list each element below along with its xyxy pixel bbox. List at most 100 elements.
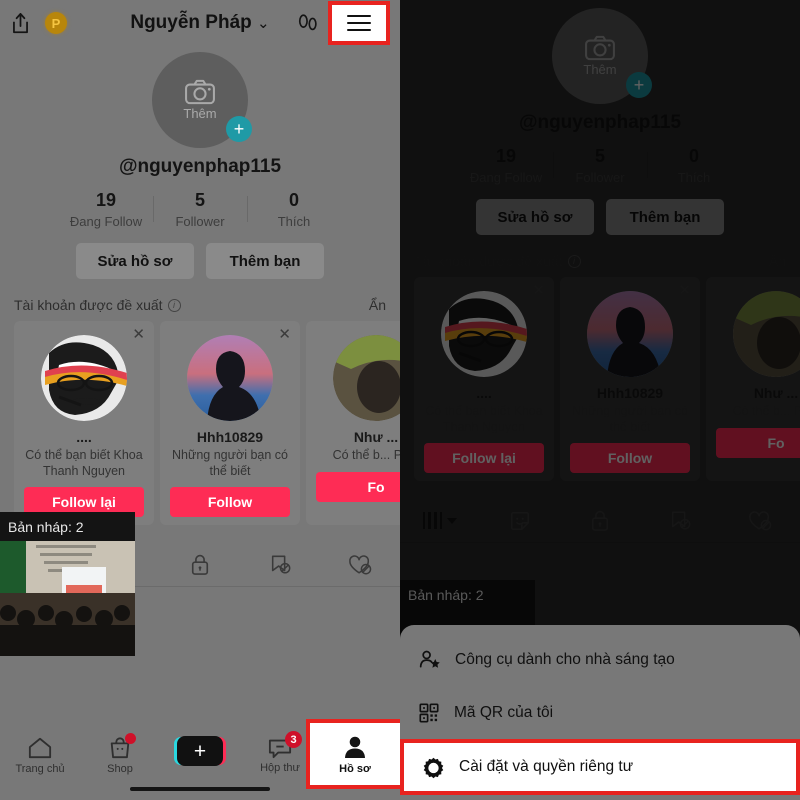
suggested-account-card[interactable]: ✕	[560, 277, 700, 482]
account-name: Như ...	[353, 429, 399, 445]
avatar-add-label: Thêm	[183, 106, 217, 121]
add-friends-button[interactable]: Thêm bạn	[206, 243, 324, 279]
stat-value: 19	[95, 190, 117, 210]
follow-button[interactable]: Fo	[716, 427, 800, 458]
suggested-account-card[interactable]: ✕	[14, 321, 154, 526]
stat-followers[interactable]: 5 Follower	[553, 146, 647, 185]
heart-hidden-icon	[349, 554, 372, 575]
hide-suggestions-button[interactable]: Ẩn	[369, 297, 386, 313]
camera-icon	[585, 35, 615, 61]
stat-label: Follower	[575, 170, 625, 185]
draft-card[interactable]: Bản nháp: 2	[0, 512, 135, 656]
hamburger-menu-icon[interactable]	[728, 0, 790, 5]
suggested-accounts-header: Tài khoản được đề xuất i Ẩn	[0, 297, 400, 313]
nav-label: Hộp thư	[260, 762, 300, 774]
nav-create[interactable]: +	[160, 736, 240, 766]
profile-actions: Sửa hồ sơ Thêm bạn	[400, 199, 800, 235]
lock-icon	[591, 511, 609, 532]
left-panel-profile-screen: P Nguyễn Pháp ⌄ Thêm + @nguyenphap115 19…	[0, 0, 400, 800]
suggested-accounts-title: Tài khoản được đề xuất	[14, 297, 163, 313]
profile-person-icon	[345, 736, 365, 758]
stat-label: Thích	[277, 214, 311, 229]
profile-section: Thêm + @nguyenphap115 19 Đang Follow 5 F…	[400, 2, 800, 235]
create-plus-icon[interactable]: +	[177, 736, 223, 766]
close-icon[interactable]: ✕	[132, 327, 145, 342]
stat-following[interactable]: 19 Đang Follow	[459, 146, 553, 185]
follow-button[interactable]: Fo	[316, 471, 400, 502]
share-icon[interactable]	[10, 12, 31, 35]
pro-badge[interactable]: P	[45, 12, 67, 34]
avatar	[41, 335, 127, 421]
profile-name-text: Nguyễn Pháp	[130, 12, 252, 33]
stat-followers[interactable]: 5 Follower	[153, 190, 247, 229]
follow-button[interactable]: Follow lại	[424, 443, 544, 474]
account-subtitle: Có thể b... Ph...	[332, 448, 400, 462]
suggested-account-card[interactable]: ✕	[160, 321, 300, 526]
hide-suggestions-button[interactable]: Ẩn	[769, 253, 786, 269]
suggested-account-card[interactable]: ✕ Như ... Có thể b... Ph... Fo	[706, 277, 800, 482]
nav-label: Trang chủ	[15, 763, 65, 775]
close-icon[interactable]: ✕	[532, 283, 545, 298]
stat-likes[interactable]: 0 Thích	[247, 190, 341, 229]
tab-liked[interactable]	[320, 554, 400, 576]
account-name: Hhh10829	[196, 429, 264, 445]
info-icon[interactable]: i	[167, 298, 181, 312]
menu-item-creator-tools[interactable]: Công cụ dành cho nhà sáng tạo	[400, 633, 800, 686]
lock-icon	[191, 555, 209, 576]
menu-item-my-qr-code[interactable]: Mã QR của tôi	[400, 686, 800, 739]
avatar	[187, 335, 273, 421]
suggested-account-card[interactable]: ✕ Như ... Có thể b... Ph... Fo	[306, 321, 400, 526]
sidebar-item-posts[interactable]	[400, 512, 480, 530]
add-avatar-plus-icon[interactable]: +	[226, 116, 252, 142]
nav-label: Shop	[107, 763, 133, 775]
menu-item-label: Công cụ dành cho nhà sáng tạo	[455, 650, 675, 668]
home-icon	[28, 737, 52, 759]
suggested-account-card[interactable]: ✕	[414, 277, 554, 482]
close-icon[interactable]: ✕	[678, 283, 691, 298]
account-subtitle: Có thể b... Ph...	[732, 404, 800, 418]
follow-button[interactable]: Follow	[170, 487, 290, 518]
info-icon[interactable]: i	[567, 254, 581, 268]
profile-stats: 19 Đang Follow 5 Follower 0 Thích	[400, 146, 800, 185]
nav-home[interactable]: Trang chủ	[0, 736, 80, 775]
tab-reposts[interactable]	[480, 510, 560, 532]
stat-value: 0	[288, 190, 299, 210]
hamburger-menu-icon[interactable]	[328, 1, 390, 45]
menu-item-label: Mã QR của tôi	[454, 703, 554, 721]
screenshot-stage: P Nguyễn Pháp ⌄ Thêm + @nguyenphap115 19…	[0, 0, 800, 800]
tab-private[interactable]	[160, 553, 240, 576]
tab-saved[interactable]	[240, 553, 320, 576]
tab-private[interactable]	[560, 509, 640, 532]
profile-tab-bar	[400, 499, 800, 544]
bookmark-hidden-icon	[671, 511, 690, 530]
avatar	[333, 335, 400, 421]
avatar[interactable]: Thêm +	[152, 52, 252, 148]
tab-liked[interactable]	[720, 510, 800, 532]
edit-profile-button[interactable]: Sửa hồ sơ	[76, 243, 194, 279]
bookmark-hidden-icon	[271, 555, 290, 574]
follow-button[interactable]: Follow	[570, 443, 690, 474]
nav-shop[interactable]: Shop	[80, 733, 160, 775]
profile-stats: 19 Đang Follow 5 Follower 0 Thích	[0, 190, 400, 229]
chevron-down-icon[interactable]	[447, 517, 458, 524]
add-avatar-plus-icon[interactable]: +	[626, 72, 652, 98]
stat-following[interactable]: 19 Đang Follow	[59, 190, 153, 229]
profile-section: Thêm + @nguyenphap115 19 Đang Follow 5 F…	[0, 46, 400, 279]
stat-label: Đang Follow	[469, 170, 543, 185]
edit-profile-button[interactable]: Sửa hồ sơ	[476, 199, 594, 235]
home-indicator	[130, 787, 270, 791]
close-icon[interactable]: ✕	[278, 327, 291, 342]
menu-item-settings-and-privacy[interactable]: Cài đặt và quyền riêng tư	[400, 739, 800, 795]
chevron-down-icon[interactable]: ⌄	[257, 15, 270, 32]
footprint-icon[interactable]	[296, 12, 320, 34]
account-subtitle: Những người bạn có thể biết	[572, 404, 688, 434]
camera-icon	[185, 79, 215, 105]
nav-profile-highlighted[interactable]: Hồ sơ	[306, 719, 400, 789]
stat-likes[interactable]: 0 Thích	[647, 146, 741, 185]
add-friends-button[interactable]: Thêm bạn	[606, 199, 724, 235]
avatar[interactable]: Thêm +	[552, 8, 652, 104]
username-handle: @nguyenphap115	[518, 112, 682, 133]
sticker-smiley-icon	[510, 511, 530, 530]
tab-saved[interactable]	[640, 509, 720, 532]
more-options-sheet: Công cụ dành cho nhà sáng tạo Mã QR của …	[400, 625, 800, 800]
